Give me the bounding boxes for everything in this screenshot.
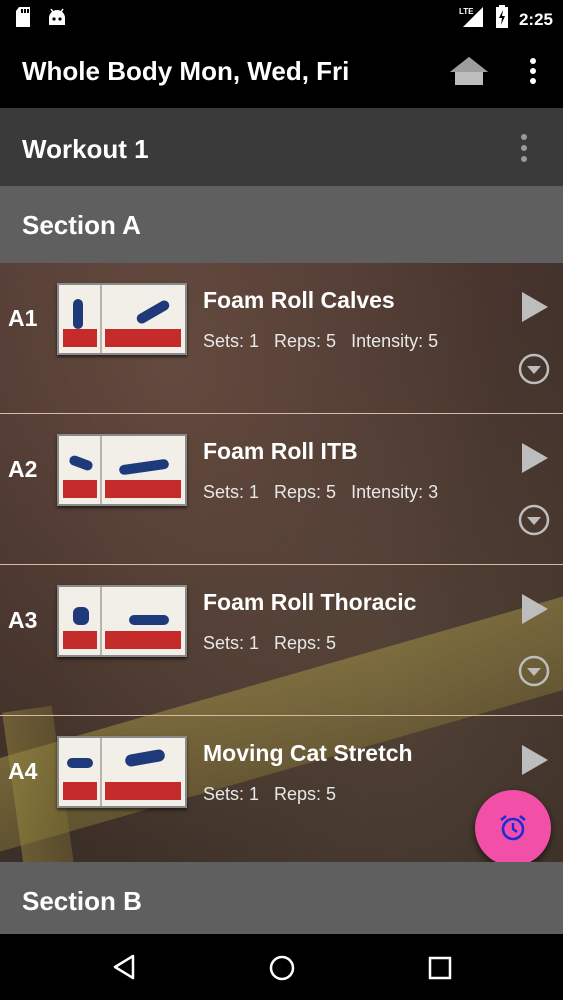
workout-title: Workout 1 — [22, 134, 149, 164]
play-button[interactable] — [520, 592, 550, 626]
exercise-intensity: Intensity: 5 — [351, 331, 439, 351]
status-left-icons — [14, 6, 68, 33]
status-bar: LTE 2:25 — [0, 0, 563, 34]
exercise-reps: Reps: 5 — [274, 784, 337, 804]
workout-header: Workout 1 — [0, 108, 563, 186]
app-bar: Whole Body Mon, Wed, Fri — [0, 34, 563, 110]
exercise-name: Foam Roll ITB — [203, 438, 358, 464]
exercise-meta: Sets: 1 Reps: 5 Intensity: 3 — [203, 482, 438, 503]
exercise-sets: Sets: 1 — [203, 331, 260, 351]
section-title: Section B — [22, 886, 142, 916]
exercise-row[interactable]: A3 Foam Roll Thoracic Sets: 1 Reps: 5 — [0, 565, 563, 716]
status-time: 2:25 — [518, 9, 553, 29]
play-button[interactable] — [520, 441, 550, 475]
timer-fab-button[interactable] — [475, 790, 551, 866]
overflow-menu-button[interactable] — [520, 56, 546, 86]
exercise-sets: Sets: 1 — [203, 633, 260, 653]
chevron-down-circle-icon — [518, 504, 550, 536]
exercise-row[interactable]: A2 Foam Roll ITB Sets: 1 Reps: 5 Intensi… — [0, 414, 563, 565]
chevron-down-circle-icon — [518, 655, 550, 687]
svg-text:LTE: LTE — [459, 7, 474, 16]
exercise-thumbnail[interactable] — [57, 283, 187, 355]
exercise-id: A3 — [8, 607, 38, 633]
exercise-sets: Sets: 1 — [203, 482, 260, 502]
play-button[interactable] — [520, 290, 550, 324]
play-icon — [522, 745, 548, 775]
workout-menu-button[interactable] — [512, 132, 536, 164]
sd-card-icon — [14, 6, 32, 33]
nav-back-button[interactable] — [112, 954, 136, 985]
expand-button[interactable] — [518, 504, 550, 536]
exercise-thumbnail[interactable] — [57, 585, 187, 657]
exercise-name: Foam Roll Calves — [203, 287, 395, 313]
alarm-clock-icon — [500, 814, 526, 841]
android-icon — [46, 6, 68, 33]
exercise-name: Foam Roll Thoracic — [203, 589, 417, 615]
home-circle-icon — [269, 955, 295, 981]
section-title: Section A — [22, 210, 141, 240]
exercise-reps: Reps: 5 — [274, 331, 337, 351]
exercise-intensity: Intensity: 3 — [351, 482, 439, 502]
play-icon — [522, 443, 548, 473]
exercise-reps: Reps: 5 — [274, 482, 337, 502]
play-icon — [522, 292, 548, 322]
exercise-list: A1 Foam Roll Calves Sets: 1 Reps: 5 Inte… — [0, 263, 563, 866]
home-button[interactable] — [448, 54, 490, 88]
exercise-sets: Sets: 1 — [203, 784, 260, 804]
recents-icon — [428, 956, 452, 980]
workout-menu-icon — [521, 134, 527, 162]
play-button[interactable] — [520, 743, 550, 777]
exercise-id: A4 — [8, 758, 38, 784]
back-icon — [113, 954, 135, 980]
status-right-icons: LTE 2:25 — [459, 5, 553, 34]
system-nav-bar — [0, 934, 563, 1000]
exercise-id: A2 — [8, 456, 38, 482]
exercise-thumbnail[interactable] — [57, 736, 187, 808]
exercise-thumbnail[interactable] — [57, 434, 187, 506]
exercise-meta: Sets: 1 Reps: 5 Intensity: 5 — [203, 331, 438, 352]
play-icon — [522, 594, 548, 624]
overflow-menu-icon — [530, 58, 536, 84]
section-header-b[interactable]: Section B — [0, 862, 563, 934]
lte-signal-icon: LTE — [459, 5, 485, 34]
nav-home-button[interactable] — [268, 954, 296, 987]
expand-button[interactable] — [518, 655, 550, 687]
exercise-row[interactable]: A1 Foam Roll Calves Sets: 1 Reps: 5 Inte… — [0, 263, 563, 414]
nav-recents-button[interactable] — [428, 956, 452, 985]
home-icon — [450, 57, 488, 85]
exercise-meta: Sets: 1 Reps: 5 — [203, 784, 336, 805]
expand-button[interactable] — [518, 353, 550, 385]
app-title: Whole Body Mon, Wed, Fri — [22, 56, 350, 86]
exercise-name: Moving Cat Stretch — [203, 740, 413, 766]
exercise-meta: Sets: 1 Reps: 5 — [203, 633, 336, 654]
section-header-a[interactable]: Section A — [0, 186, 563, 263]
exercise-id: A1 — [8, 305, 38, 331]
chevron-down-circle-icon — [518, 353, 550, 385]
exercise-reps: Reps: 5 — [274, 633, 337, 653]
battery-charging-icon — [495, 5, 509, 34]
